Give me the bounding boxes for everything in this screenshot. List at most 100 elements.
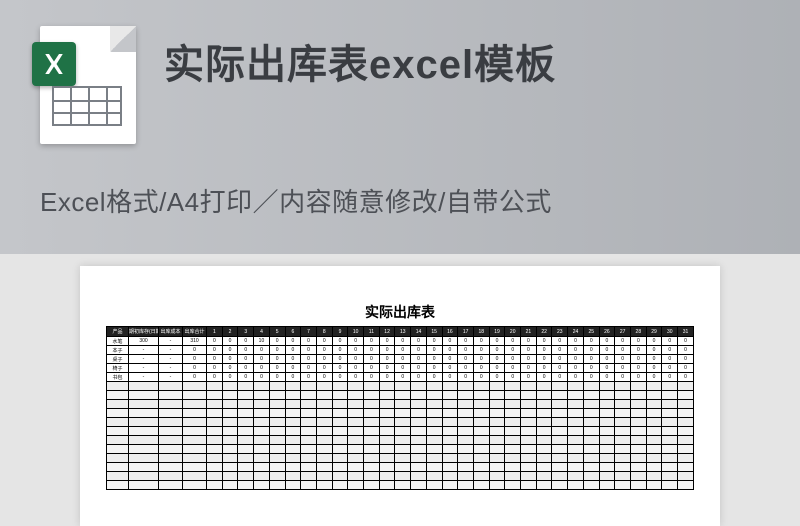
- table-cell-empty: [489, 454, 505, 463]
- table-cell-day: 0: [630, 346, 646, 355]
- table-cell-day: 0: [473, 373, 489, 382]
- table-cell-day: 0: [505, 355, 521, 364]
- table-cell-empty: [285, 400, 301, 409]
- table-cell-empty: [426, 409, 442, 418]
- table-cell-day: 0: [395, 373, 411, 382]
- table-cell-empty: [646, 472, 662, 481]
- table-cell-day: 0: [254, 373, 270, 382]
- table-cell-day: 0: [615, 346, 631, 355]
- table-cell-empty: [379, 472, 395, 481]
- table-cell-day: 0: [521, 355, 537, 364]
- table-cell-empty: [568, 472, 584, 481]
- table-cell-day: 0: [552, 373, 568, 382]
- table-cell: 桌子: [107, 355, 129, 364]
- table-cell-day: 0: [238, 346, 254, 355]
- table-cell-day: 0: [207, 337, 223, 346]
- table-cell-empty: [662, 445, 678, 454]
- table-cell-empty: [222, 472, 238, 481]
- table-cell-empty: [442, 445, 458, 454]
- table-cell-empty: [678, 427, 694, 436]
- table-header-day: 8: [316, 327, 332, 337]
- table-cell-day: 0: [568, 346, 584, 355]
- table-cell-empty: [615, 382, 631, 391]
- table-cell-day: 0: [395, 364, 411, 373]
- table-cell-empty: [552, 454, 568, 463]
- table-cell: 0: [183, 373, 207, 382]
- table-cell-day: 0: [411, 373, 427, 382]
- table-cell-empty: [379, 427, 395, 436]
- table-cell-empty: [411, 436, 427, 445]
- table-cell-empty: [678, 418, 694, 427]
- table-cell-empty: [332, 409, 348, 418]
- table-cell-empty: [395, 409, 411, 418]
- table-cell-empty: [473, 472, 489, 481]
- table-header-day: 23: [552, 327, 568, 337]
- table-cell-empty: [458, 445, 474, 454]
- table-cell-empty: [615, 418, 631, 427]
- table-cell-day: 0: [254, 364, 270, 373]
- table-cell-day: 0: [473, 364, 489, 373]
- table-cell-day: 0: [426, 355, 442, 364]
- table-cell-empty: [646, 481, 662, 490]
- table-row-empty: [107, 463, 694, 472]
- table-cell-empty: [521, 481, 537, 490]
- table-cell-empty: [183, 391, 207, 400]
- table-cell-empty: [395, 427, 411, 436]
- table-cell: 0: [183, 355, 207, 364]
- table-cell-empty: [207, 481, 223, 490]
- table-cell-day: 0: [395, 346, 411, 355]
- table-cell: -: [129, 373, 159, 382]
- table-cell-day: 0: [395, 337, 411, 346]
- table-cell-empty: [411, 391, 427, 400]
- table-cell-empty: [568, 445, 584, 454]
- table-cell-empty: [426, 427, 442, 436]
- table-cell-day: 0: [662, 337, 678, 346]
- table-cell-empty: [285, 463, 301, 472]
- table-cell-empty: [615, 391, 631, 400]
- table-cell-empty: [238, 463, 254, 472]
- table-cell-day: 0: [599, 355, 615, 364]
- table-cell-empty: [316, 481, 332, 490]
- table-cell-empty: [238, 454, 254, 463]
- table-cell-empty: [285, 454, 301, 463]
- table-cell-empty: [662, 409, 678, 418]
- table-cell-empty: [379, 409, 395, 418]
- table-row-empty: [107, 454, 694, 463]
- table-cell-day: 0: [269, 364, 285, 373]
- table-header-day: 1: [207, 327, 223, 337]
- table-cell-empty: [395, 400, 411, 409]
- table-header-day: 21: [521, 327, 537, 337]
- table-cell-empty: [583, 481, 599, 490]
- table-cell-day: 0: [364, 373, 380, 382]
- table-cell-empty: [301, 445, 317, 454]
- table-cell-empty: [159, 427, 183, 436]
- table-cell-day: 0: [316, 364, 332, 373]
- table-cell-empty: [505, 400, 521, 409]
- table-cell-empty: [207, 463, 223, 472]
- table-cell-empty: [159, 409, 183, 418]
- table-cell-day: 0: [285, 337, 301, 346]
- table-cell-day: 0: [615, 337, 631, 346]
- table-cell-empty: [552, 418, 568, 427]
- table-cell-empty: [615, 472, 631, 481]
- table-cell-empty: [458, 436, 474, 445]
- table-cell-empty: [285, 391, 301, 400]
- table-cell-day: 0: [411, 355, 427, 364]
- table-cell-day: 0: [646, 346, 662, 355]
- table-cell-empty: [521, 400, 537, 409]
- table-cell-day: 0: [348, 364, 364, 373]
- table-cell-empty: [458, 400, 474, 409]
- table-cell-empty: [316, 391, 332, 400]
- table-cell-day: 0: [583, 364, 599, 373]
- table-cell-day: 0: [364, 364, 380, 373]
- table-cell-empty: [536, 400, 552, 409]
- table-row-empty: [107, 409, 694, 418]
- table-cell-empty: [521, 427, 537, 436]
- table-cell-empty: [536, 418, 552, 427]
- table-cell-empty: [159, 418, 183, 427]
- table-cell-empty: [107, 454, 129, 463]
- table-cell-empty: [301, 463, 317, 472]
- table-header-day: 15: [426, 327, 442, 337]
- table-cell-empty: [207, 472, 223, 481]
- table-header-day: 19: [489, 327, 505, 337]
